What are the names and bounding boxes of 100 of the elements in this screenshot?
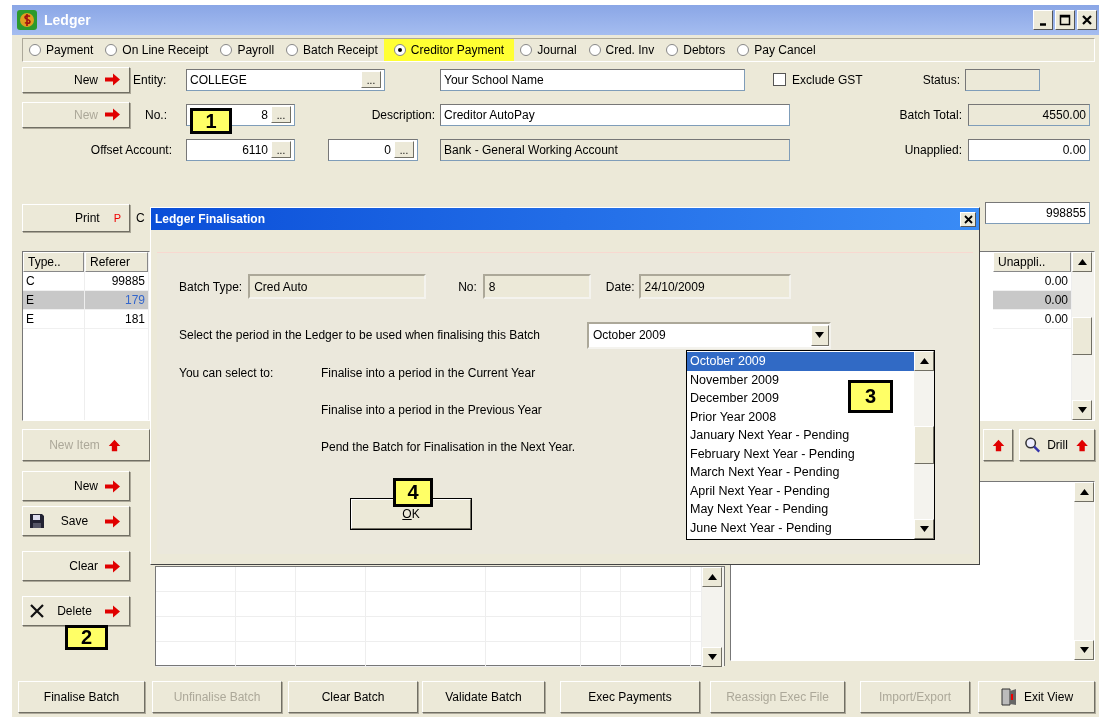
list-item[interactable]: June Next Year - Pending <box>687 518 835 537</box>
grid-cell <box>581 642 621 667</box>
list-item[interactable]: October 2009 <box>687 352 914 371</box>
browse-button[interactable]: ... <box>394 141 414 158</box>
list-item[interactable]: November 2009 <box>687 370 782 389</box>
magnifier-icon <box>1024 436 1042 454</box>
field-label: Exclude GST <box>792 72 864 87</box>
close-icon <box>1081 14 1093 26</box>
scrollbar[interactable] <box>1072 252 1094 420</box>
cross-icon <box>29 603 45 619</box>
list-item[interactable]: April Next Year - Pending <box>687 481 833 500</box>
maximize-button[interactable] <box>1055 10 1075 30</box>
offset-sub-field[interactable]: 0 ... <box>328 138 418 161</box>
radio-label[interactable]: Cred. Inv <box>605 43 655 57</box>
close-icon <box>963 214 973 224</box>
period-dropdown[interactable]: October 2009 <box>586 321 831 349</box>
offset-account-field[interactable]: 6110 ... <box>186 138 295 161</box>
scroll-thumb[interactable] <box>1072 317 1092 355</box>
entity-field[interactable]: COLLEGE ... <box>186 68 385 91</box>
arrow-button[interactable] <box>983 429 1013 461</box>
radio-label[interactable]: Creditor Payment <box>410 43 505 57</box>
print-button[interactable]: Print P <box>22 204 130 232</box>
maximize-icon <box>1059 14 1071 26</box>
radio-button[interactable] <box>588 44 601 56</box>
description-field[interactable]: Creditor AutoPay <box>440 103 790 126</box>
radio-button[interactable] <box>737 44 750 56</box>
field-label: Offset Account: <box>89 142 172 157</box>
dropdown-value: October 2009 <box>592 328 666 342</box>
account-name-field[interactable]: Bank - General Working Account <box>440 138 790 161</box>
arrow-right-icon <box>104 604 121 618</box>
list-item[interactable]: February Next Year - Pending <box>687 444 858 463</box>
new-button[interactable]: New <box>22 66 130 93</box>
toolbar-button[interactable]: Clear Batch <box>288 681 418 713</box>
batch-type-field[interactable]: Cred Auto <box>248 274 427 299</box>
options-label: You can select to: <box>179 366 275 382</box>
door-exit-icon <box>999 688 1018 706</box>
period-list[interactable] <box>686 350 935 540</box>
radio-label[interactable]: On Line Receipt <box>122 43 209 57</box>
ok-button[interactable]: OK <box>351 499 471 529</box>
list-item[interactable]: May Next Year - Pending <box>687 500 832 519</box>
radio-label[interactable]: Debtors <box>683 43 726 57</box>
checkbox[interactable] <box>773 73 786 86</box>
table-cell: 179 <box>85 291 148 310</box>
radio-button[interactable] <box>666 44 679 56</box>
scroll-thumb[interactable] <box>914 426 934 464</box>
radio-button[interactable] <box>520 44 533 56</box>
toolbar-button[interactable]: Finalise Batch <box>18 681 145 713</box>
status-field[interactable] <box>965 68 1040 91</box>
toolbar-button[interactable]: Exit View <box>978 681 1095 713</box>
item-button[interactable]: Clear <box>22 551 130 581</box>
item-button[interactable]: Save <box>22 506 130 536</box>
number-field[interactable]: 8 <box>482 274 591 299</box>
radio-label[interactable]: Journal <box>537 43 577 57</box>
close-button[interactable] <box>960 211 976 227</box>
list-item[interactable]: January Next Year - Pending <box>687 426 853 445</box>
drill-button[interactable]: Drill <box>1019 429 1095 461</box>
toolbar-button[interactable]: Exec Payments <box>560 681 700 713</box>
browse-button[interactable]: ... <box>361 71 381 88</box>
scrollbar[interactable] <box>914 351 934 539</box>
reference-field[interactable]: 998855 <box>985 202 1090 224</box>
field-label: Entity: <box>133 72 168 87</box>
scrollbar[interactable] <box>702 567 724 667</box>
close-button[interactable] <box>1077 10 1097 30</box>
field-label: Unapplied: <box>903 142 962 157</box>
prompt-text: Select the period in the Ledger to be used when finalising this Batch <box>179 328 540 342</box>
arrow-right-icon <box>104 559 121 573</box>
date-field[interactable]: 24/10/2009 <box>638 274 791 299</box>
table-cell: 181 <box>85 310 148 329</box>
radio-button[interactable] <box>220 44 233 56</box>
list-item[interactable]: March Next Year - Pending <box>687 463 843 482</box>
item-button[interactable]: New <box>22 471 130 501</box>
column-header[interactable]: Type.. <box>23 252 84 272</box>
callout-label: 1 <box>190 108 232 134</box>
radio-button[interactable] <box>29 44 41 56</box>
radio-button[interactable] <box>393 44 406 56</box>
browse-button[interactable]: ... <box>271 141 291 158</box>
entity-name-field[interactable]: Your School Name <box>440 68 745 91</box>
dollar-icon <box>16 9 38 31</box>
minimize-icon <box>1039 22 1047 26</box>
browse-button[interactable]: ... <box>271 106 291 123</box>
scrollbar[interactable] <box>1074 482 1094 660</box>
radio-label[interactable]: Payment <box>46 43 94 57</box>
list-item[interactable]: December 2009 <box>687 389 782 408</box>
radio-button[interactable] <box>286 44 299 56</box>
list-item[interactable]: Prior Year 2008 <box>687 407 780 426</box>
callout-label: 3 <box>848 380 893 413</box>
item-button[interactable]: Delete <box>22 596 130 626</box>
column-header[interactable]: Unappli.. <box>993 252 1071 272</box>
radio-label[interactable]: Payroll <box>237 43 275 57</box>
radio-label[interactable]: Batch Receipt <box>303 43 378 57</box>
radio-button[interactable] <box>105 44 118 56</box>
unapplied-field[interactable]: 0.00 <box>968 138 1090 161</box>
table-cell: E <box>23 310 84 329</box>
radio-label[interactable]: Pay Cancel <box>754 43 816 57</box>
down-arrow-icon <box>1079 647 1089 653</box>
batch-total-field[interactable]: 4550.00 <box>968 103 1090 126</box>
toolbar-button[interactable]: Validate Batch <box>422 681 545 713</box>
down-arrow-icon <box>815 332 825 338</box>
minimize-button[interactable] <box>1033 10 1053 30</box>
column-header[interactable]: Referer <box>85 252 148 272</box>
